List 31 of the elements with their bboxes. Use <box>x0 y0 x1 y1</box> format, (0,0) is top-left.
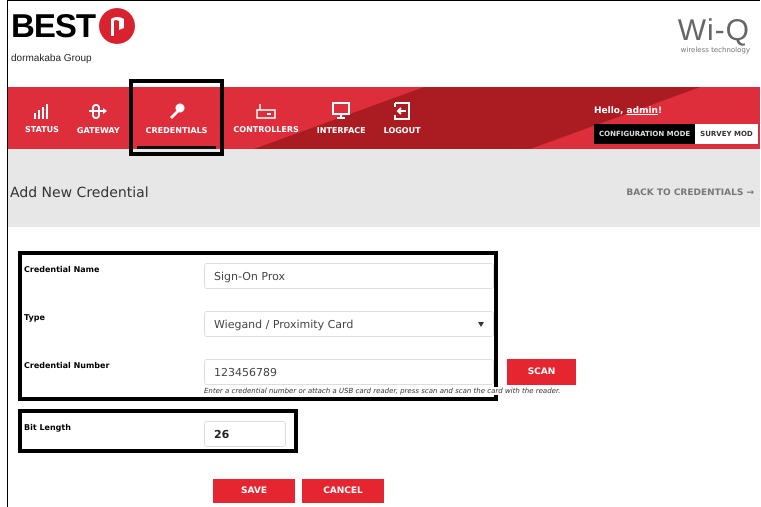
field-label: Credential Number <box>24 360 110 372</box>
scan-button[interactable]: SCAN <box>507 359 576 385</box>
page-title: Add New Credential <box>10 185 149 201</box>
greeting-text: Hello, admin! <box>594 106 664 116</box>
caret-icon <box>478 322 484 326</box>
nav-tab[interactable]: LOGOUT <box>374 87 430 149</box>
nav-tab[interactable]: CONTROLLERS <box>224 87 308 149</box>
username-link[interactable]: admin <box>626 106 658 116</box>
product-logo-text: Wi-Q <box>678 16 750 46</box>
nav-tab[interactable]: STATUS <box>16 87 68 149</box>
field-label: Bit Length <box>24 422 72 434</box>
field-label: Type <box>24 312 46 324</box>
form-button[interactable]: SAVE <box>213 479 295 503</box>
nav-tab[interactable]: INTERFACE <box>308 87 375 149</box>
key-icon <box>168 102 186 120</box>
type-dropdown[interactable]: Wiegand / Proximity Card <box>204 311 494 337</box>
signal-bars-icon <box>32 102 51 118</box>
form-button[interactable]: CANCEL <box>302 479 384 503</box>
field-label: Credential Name <box>24 264 100 276</box>
logo-icon <box>97 6 138 46</box>
nav-tab[interactable]: GATEWAY <box>68 87 129 149</box>
gateway-icon <box>88 102 108 120</box>
input-field[interactable]: 123456789 <box>204 359 494 385</box>
input-field[interactable]: Sign-On Prox <box>204 263 494 289</box>
back-link[interactable]: BACK TO CREDENTIALS → <box>626 188 754 198</box>
brand-group-text: dormakaba Group <box>11 53 92 64</box>
brand-logo-text: BEST <box>11 7 96 45</box>
controller-icon <box>256 102 276 118</box>
logout-icon <box>392 102 412 120</box>
input-field[interactable]: 26 <box>204 421 286 447</box>
monitor-icon <box>331 102 352 120</box>
